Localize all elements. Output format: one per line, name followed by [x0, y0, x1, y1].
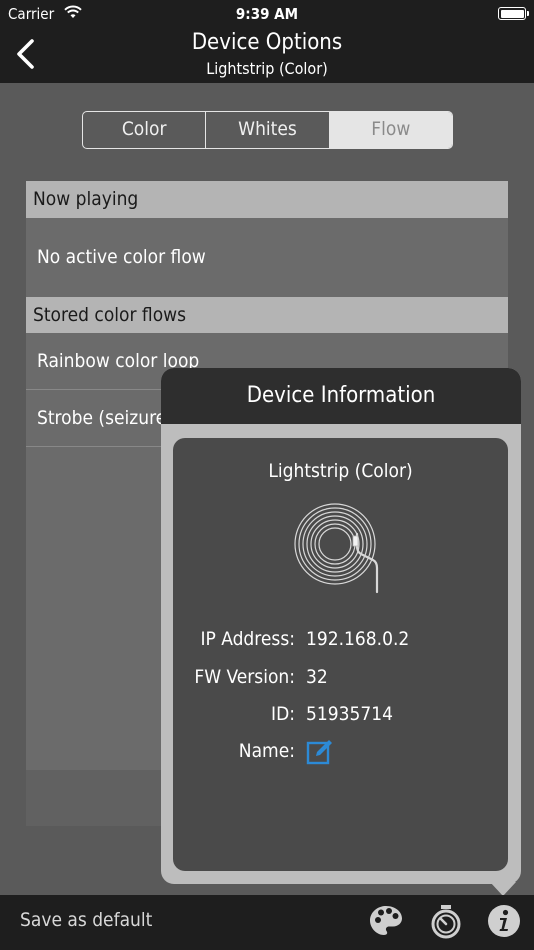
- page-title: Device Options: [191, 30, 343, 55]
- name-label: Name:: [238, 740, 295, 762]
- segment-flow[interactable]: Flow: [329, 112, 452, 148]
- device-name: Lightstrip (Color): [268, 460, 413, 482]
- device-info-popover: Device Information Lightstrip (Color) IP…: [161, 368, 521, 884]
- ip-address-label: IP Address:: [200, 628, 295, 650]
- segment-whites[interactable]: Whites: [206, 112, 330, 148]
- info-icon: [488, 905, 520, 937]
- palette-button[interactable]: [368, 903, 404, 939]
- id-value: 51935714: [306, 703, 393, 725]
- palette-icon: [370, 906, 402, 935]
- lightstrip-icon: [291, 502, 395, 598]
- fw-version-label: FW Version:: [194, 666, 295, 688]
- device-info-card: Lightstrip (Color) IP Address: 192.168.0…: [173, 438, 508, 871]
- timer-icon: [431, 905, 461, 939]
- edit-name-button[interactable]: [306, 738, 334, 771]
- battery-icon: [498, 7, 529, 20]
- stored-flows-header: Stored color flows: [26, 297, 508, 333]
- segment-color[interactable]: Color: [83, 112, 207, 148]
- info-button[interactable]: [486, 903, 522, 939]
- popover-title: Device Information: [161, 368, 521, 424]
- status-time: 9:39 AM: [235, 5, 299, 23]
- nav-bar: Device Options Lightstrip (Color): [0, 28, 534, 83]
- fw-version-value: 32: [306, 666, 328, 688]
- bottom-toolbar: Save as default: [0, 895, 534, 950]
- page-subtitle: Lightstrip (Color): [206, 59, 328, 78]
- popover-arrow: [490, 882, 516, 896]
- now-playing-header: Now playing: [26, 181, 508, 218]
- status-bar: Carrier 9:39 AM: [0, 0, 534, 28]
- edit-icon: [306, 740, 332, 765]
- save-as-default-button[interactable]: Save as default: [20, 909, 152, 931]
- ip-address-value: 192.168.0.2: [306, 628, 410, 650]
- mode-segmented-control: Color Whites Flow: [82, 111, 453, 149]
- id-label: ID:: [271, 703, 295, 725]
- timer-button[interactable]: [428, 903, 464, 939]
- now-playing-value: No active color flow: [37, 246, 206, 268]
